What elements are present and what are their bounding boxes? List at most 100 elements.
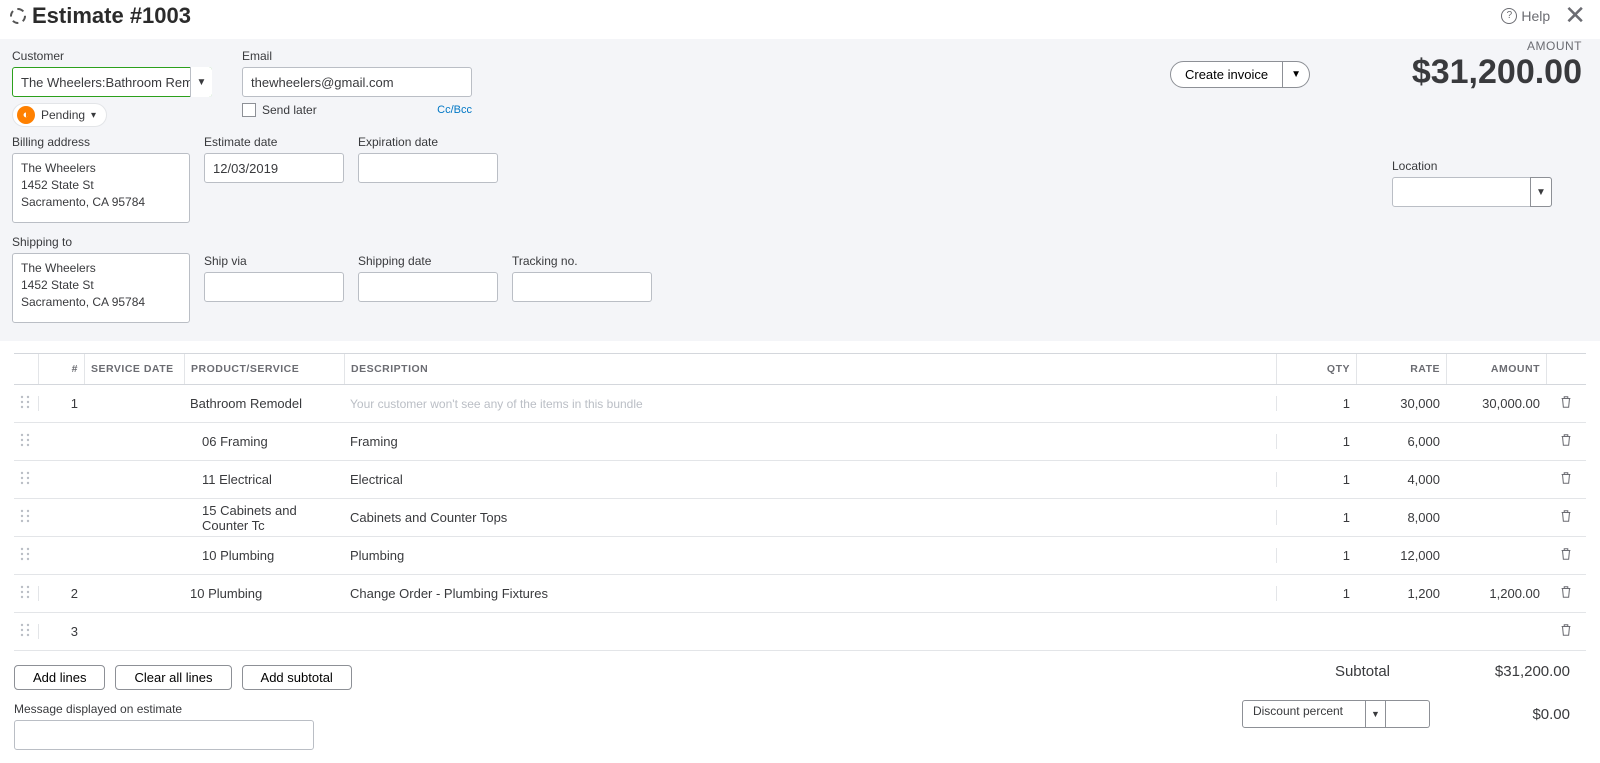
tracking-no-label: Tracking no. xyxy=(512,254,652,268)
qty-cell[interactable]: 1 xyxy=(1276,548,1356,563)
rate-cell[interactable]: 30,000 xyxy=(1356,396,1446,411)
table-row[interactable]: 11 ElectricalElectrical14,000 xyxy=(14,461,1586,499)
table-row[interactable]: 1 Bathroom RemodelYour customer won't see… xyxy=(14,385,1586,423)
drag-handle-icon[interactable] xyxy=(14,471,38,488)
discount-amount-input[interactable] xyxy=(1386,700,1430,728)
chevron-down-icon: ▾ xyxy=(91,110,96,121)
amount-label: AMOUNT xyxy=(1412,39,1582,53)
qty-cell[interactable]: 1 xyxy=(1276,434,1356,449)
delete-row-icon[interactable] xyxy=(1546,395,1586,412)
drag-handle-icon[interactable] xyxy=(14,395,38,412)
product-cell[interactable]: 11 Electrical xyxy=(184,472,344,487)
close-icon[interactable]: ✕ xyxy=(1564,0,1586,31)
amount-cell[interactable]: 30,000.00 xyxy=(1446,396,1546,411)
message-label: Message displayed on estimate xyxy=(14,702,314,716)
table-row[interactable]: 10 PlumbingPlumbing112,000 xyxy=(14,537,1586,575)
subtotal-value: $31,200.00 xyxy=(1460,663,1570,680)
description-cell[interactable]: Electrical xyxy=(344,472,1276,487)
email-label: Email xyxy=(242,49,472,63)
description-cell[interactable]: Change Order - Plumbing Fixtures xyxy=(344,586,1276,601)
shipping-to-input[interactable]: The Wheelers 1452 State St Sacramento, C… xyxy=(12,253,190,323)
table-row[interactable]: 3 xyxy=(14,613,1586,651)
col-rate: RATE xyxy=(1356,354,1446,384)
expiration-date-input[interactable] xyxy=(358,153,498,183)
product-cell[interactable]: 15 Cabinets and Counter Tc xyxy=(184,503,344,533)
discount-type-select[interactable]: Discount percent xyxy=(1242,700,1366,728)
col-number: # xyxy=(38,354,84,384)
col-qty: QTY xyxy=(1276,354,1356,384)
page-title: Estimate #1003 xyxy=(32,3,191,29)
help-icon: ? xyxy=(1501,8,1517,24)
shipping-to-label: Shipping to xyxy=(12,235,190,249)
qty-cell[interactable]: 1 xyxy=(1276,586,1356,601)
qty-cell[interactable]: 1 xyxy=(1276,396,1356,411)
ship-via-label: Ship via xyxy=(204,254,344,268)
rate-cell[interactable]: 1,200 xyxy=(1356,586,1446,601)
delete-row-icon[interactable] xyxy=(1546,433,1586,450)
row-number: 1 xyxy=(38,396,84,411)
rate-cell[interactable]: 12,000 xyxy=(1356,548,1446,563)
clear-all-lines-button[interactable]: Clear all lines xyxy=(115,665,231,690)
description-cell[interactable]: Your customer won't see any of the items… xyxy=(344,397,1276,411)
pending-icon: ◐ xyxy=(17,106,35,124)
cc-bcc-link[interactable]: Cc/Bcc xyxy=(437,104,472,116)
amount-cell[interactable]: 1,200.00 xyxy=(1446,586,1546,601)
description-cell[interactable]: Plumbing xyxy=(344,548,1276,563)
estimate-date-input[interactable] xyxy=(204,153,344,183)
add-subtotal-button[interactable]: Add subtotal xyxy=(242,665,352,690)
help-link[interactable]: ? Help xyxy=(1501,8,1550,24)
qty-cell[interactable]: 1 xyxy=(1276,472,1356,487)
drag-handle-icon[interactable] xyxy=(14,509,38,526)
delete-row-icon[interactable] xyxy=(1546,509,1586,526)
rate-cell[interactable]: 4,000 xyxy=(1356,472,1446,487)
create-invoice-button[interactable]: Create invoice xyxy=(1170,61,1283,88)
description-cell[interactable]: Framing xyxy=(344,434,1276,449)
amount-value: $31,200.00 xyxy=(1412,53,1582,92)
message-input[interactable] xyxy=(14,720,314,750)
product-cell[interactable]: 10 Plumbing xyxy=(184,548,344,563)
drag-handle-icon[interactable] xyxy=(14,585,38,602)
table-row[interactable]: 15 Cabinets and Counter TcCabinets and C… xyxy=(14,499,1586,537)
table-row[interactable]: 06 FramingFraming16,000 xyxy=(14,423,1586,461)
delete-row-icon[interactable] xyxy=(1546,547,1586,564)
recurring-icon xyxy=(10,8,26,24)
delete-row-icon[interactable] xyxy=(1546,585,1586,602)
add-lines-button[interactable]: Add lines xyxy=(14,665,105,690)
status-pending-pill[interactable]: ◐ Pending ▾ xyxy=(12,103,107,127)
shipping-date-input[interactable] xyxy=(358,272,498,302)
col-amount: AMOUNT xyxy=(1446,354,1546,384)
send-later-checkbox[interactable]: Send later xyxy=(242,103,317,117)
drag-handle-icon[interactable] xyxy=(14,547,38,564)
product-cell[interactable]: 10 Plumbing xyxy=(184,586,344,601)
rate-cell[interactable]: 6,000 xyxy=(1356,434,1446,449)
delete-row-icon[interactable] xyxy=(1546,623,1586,640)
email-input[interactable] xyxy=(242,67,472,97)
col-drag xyxy=(14,354,38,384)
estimate-date-label: Estimate date xyxy=(204,135,344,149)
expiration-date-label: Expiration date xyxy=(358,135,498,149)
col-description: DESCRIPTION xyxy=(344,354,1276,384)
description-cell[interactable]: Cabinets and Counter Tops xyxy=(344,510,1276,525)
location-select[interactable] xyxy=(1392,177,1552,207)
location-label: Location xyxy=(1392,159,1552,173)
discount-value: $0.00 xyxy=(1460,706,1570,723)
customer-select[interactable] xyxy=(12,67,212,97)
customer-label: Customer xyxy=(12,49,212,63)
product-cell[interactable]: Bathroom Remodel xyxy=(184,396,344,411)
table-row[interactable]: 210 PlumbingChange Order - Plumbing Fixt… xyxy=(14,575,1586,613)
col-product: PRODUCT/SERVICE xyxy=(184,354,344,384)
billing-address-input[interactable]: The Wheelers 1452 State St Sacramento, C… xyxy=(12,153,190,223)
qty-cell[interactable]: 1 xyxy=(1276,510,1356,525)
shipping-date-label: Shipping date xyxy=(358,254,498,268)
row-number: 3 xyxy=(38,624,84,639)
drag-handle-icon[interactable] xyxy=(14,623,38,640)
drag-handle-icon[interactable] xyxy=(14,433,38,450)
subtotal-label: Subtotal xyxy=(1335,663,1390,680)
ship-via-input[interactable] xyxy=(204,272,344,302)
chevron-down-icon: ▼ xyxy=(1366,700,1386,728)
rate-cell[interactable]: 8,000 xyxy=(1356,510,1446,525)
create-invoice-dropdown[interactable]: ▼ xyxy=(1283,61,1310,88)
delete-row-icon[interactable] xyxy=(1546,471,1586,488)
product-cell[interactable]: 06 Framing xyxy=(184,434,344,449)
tracking-no-input[interactable] xyxy=(512,272,652,302)
